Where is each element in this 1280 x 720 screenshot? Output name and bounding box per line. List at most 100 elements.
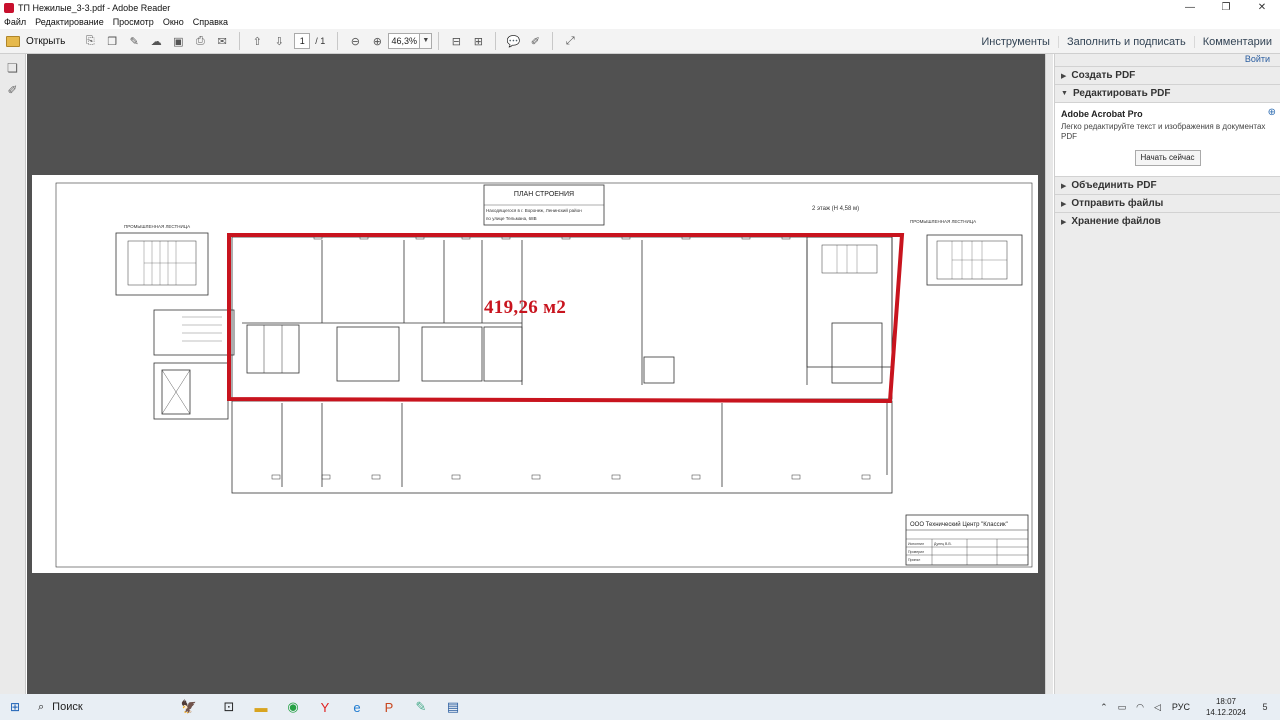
emblem-icon[interactable]: 🦅 <box>165 694 213 720</box>
fit-page-icon[interactable]: ⊟ <box>447 32 465 50</box>
vertical-scrollbar[interactable] <box>1045 54 1053 694</box>
page-thumbnails-icon[interactable]: ❏ <box>6 60 20 76</box>
start-now-button[interactable]: Начать сейчас <box>1134 150 1201 166</box>
taskbar-search[interactable]: ⌕ Поиск <box>30 694 165 720</box>
highlight-area-label: 419,26 м2 <box>484 297 567 318</box>
zoom-out-icon[interactable]: ⊖ <box>346 32 364 50</box>
open-button[interactable]: Открыть <box>6 35 66 47</box>
section-create-pdf[interactable]: ▶ Создать PDF <box>1055 66 1280 84</box>
tools-link[interactable]: Инструменты <box>973 36 1058 48</box>
close-button[interactable]: ✕ <box>1244 0 1280 15</box>
pen-tool-icon[interactable]: ✎ <box>405 694 437 720</box>
section-label: Отправить файлы <box>1071 198 1164 209</box>
zoom-dropdown-icon[interactable]: ▼ <box>420 33 433 49</box>
toolbar-divider <box>337 32 339 50</box>
toolbar-divider <box>552 32 554 50</box>
fill-sign-link[interactable]: Заполнить и подписать <box>1057 35 1194 48</box>
floor-label: 2 этаж (H 4,58 м) <box>812 206 859 212</box>
plan-title: ПЛАН СТРОЕНИЯ <box>514 191 574 198</box>
adobe-reader-icon <box>4 2 14 13</box>
section-label: Хранение файлов <box>1071 216 1161 227</box>
product-name: Adobe Acrobat Pro <box>1061 109 1143 119</box>
prev-page-icon[interactable]: ⇧ <box>248 32 266 50</box>
adobe-reader-task-icon[interactable]: ▤ <box>437 694 469 720</box>
highlight-icon[interactable]: ✐ <box>526 32 544 50</box>
menu-bar: Файл Редактирование Просмотр Окно Справк… <box>0 15 1280 29</box>
menu-edit[interactable]: Редактирование <box>35 17 104 27</box>
section-label: Создать PDF <box>1071 70 1136 81</box>
product-description: Легко редактируйте текст и изображения в… <box>1061 122 1266 141</box>
toolbar-right-links: Инструменты Заполнить и подписать Коммен… <box>973 29 1280 54</box>
next-page-icon[interactable]: ⇩ <box>270 32 288 50</box>
menu-window[interactable]: Окно <box>163 17 184 27</box>
floor-plan-drawing: ПЛАН СТРОЕНИЯ Находящегося в г. Воронеж,… <box>55 182 1033 568</box>
volume-icon[interactable]: ◁ <box>1154 702 1161 713</box>
save-icon[interactable]: ▣ <box>169 32 187 50</box>
task-view-icon[interactable]: ⊡ <box>213 694 245 720</box>
add-icon[interactable]: ⊕ <box>1268 107 1276 118</box>
window-controls: — ❐ ✕ <box>1172 0 1280 15</box>
title-bar: ТП Нежилые_3-3.pdf - Adobe Reader — ❐ ✕ <box>0 0 1280 15</box>
toolbar-divider <box>239 32 241 50</box>
edit-icon[interactable]: ✎ <box>125 32 143 50</box>
section-send-files[interactable]: ▶ Отправить файлы <box>1055 194 1280 212</box>
expand-arrow-icon: ▶ <box>1061 182 1067 190</box>
comments-link[interactable]: Комментарии <box>1193 35 1280 48</box>
expand-arrow-icon: ▶ <box>1061 72 1067 80</box>
search-label: Поиск <box>52 701 83 713</box>
print-icon[interactable]: ⎙ <box>191 32 209 50</box>
menu-help[interactable]: Справка <box>193 17 228 27</box>
zoom-input[interactable]: 46,3% <box>388 33 421 49</box>
section-label: Редактировать PDF <box>1072 88 1171 99</box>
page-count: / 1 <box>315 36 326 46</box>
document-view[interactable]: ПЛАН СТРОЕНИЯ Находящегося в г. Воронеж,… <box>27 54 1045 694</box>
system-tray: ⌃ ▭ ◠ ◁ РУС 18:07 14.12.2024 5 <box>1095 694 1280 720</box>
tools-expand-icon[interactable]: ⤢ <box>561 32 579 50</box>
full-screen-icon[interactable]: ⊞ <box>469 32 487 50</box>
pdf-page: ПЛАН СТРОЕНИЯ Находящегося в г. Воронеж,… <box>32 175 1038 573</box>
yandex-browser-icon[interactable]: Y <box>309 694 341 720</box>
expand-arrow-icon: ▶ <box>1061 200 1067 208</box>
chevron-up-icon[interactable]: ⌃ <box>1100 702 1108 713</box>
address-line-1: Находящегося в г. Воронеж, Ленинский рай… <box>486 207 582 213</box>
windows-taskbar: ⊞ ⌕ Поиск 🦅 ⊡ ▬ ◉ Y e P ✎ ▤ ⌃ ▭ ◠ ◁ РУС … <box>0 694 1280 720</box>
create-pdf-icon[interactable]: ⎘ <box>81 32 99 50</box>
address-line-2: по улице Тельмана, 68В <box>486 216 537 221</box>
minimize-button[interactable]: — <box>1172 0 1208 15</box>
section-store-files[interactable]: ▶ Хранение файлов <box>1055 212 1280 230</box>
tools-pane: Войти ▶ Создать PDF ▼ Редактировать PDF … <box>1054 54 1280 694</box>
combine-icon[interactable]: ❐ <box>103 32 121 50</box>
whatsapp-icon[interactable]: ◉ <box>277 694 309 720</box>
edge-browser-icon[interactable]: e <box>341 694 373 720</box>
email-icon[interactable]: ✉ <box>213 32 231 50</box>
network-icon[interactable]: ◠ <box>1136 702 1144 713</box>
toolbar-divider <box>438 32 440 50</box>
zoom-in-icon[interactable]: ⊕ <box>368 32 386 50</box>
open-label: Открыть <box>26 35 66 47</box>
stamp-row-3: Принял <box>908 558 920 562</box>
menu-view[interactable]: Просмотр <box>113 17 154 27</box>
start-button[interactable]: ⊞ <box>0 694 30 720</box>
stair-right-label: ПРОМЫШЛЕННАЯ ЛЕСТНИЦА <box>910 219 976 224</box>
powerpoint-icon[interactable]: P <box>373 694 405 720</box>
cloud-upload-icon[interactable]: ☁ <box>147 32 165 50</box>
login-link[interactable]: Войти <box>1055 54 1280 66</box>
battery-icon[interactable]: ▭ <box>1118 702 1127 713</box>
navigation-pane: ❏ ✐ <box>0 54 26 694</box>
stamp-name: Дунец В.В. <box>934 542 952 546</box>
stamp-row-1: Исполнил <box>908 542 924 546</box>
clock[interactable]: 18:07 14.12.2024 <box>1206 696 1246 718</box>
section-combine-pdf[interactable]: ▶ Объединить PDF <box>1055 176 1280 194</box>
language-indicator[interactable]: РУС <box>1172 702 1190 712</box>
comment-icon[interactable]: 💬 <box>504 32 522 50</box>
attachment-icon[interactable]: ✐ <box>6 82 20 98</box>
notifications-icon[interactable]: 5 <box>1256 699 1274 715</box>
section-edit-pdf[interactable]: ▼ Редактировать PDF <box>1055 84 1280 102</box>
menu-file[interactable]: Файл <box>4 17 26 27</box>
stamp-row-2: Проверил <box>908 550 924 554</box>
maximize-button[interactable]: ❐ <box>1208 0 1244 15</box>
page-number-input[interactable]: 1 <box>294 33 311 49</box>
notification-count: 5 <box>1262 702 1268 712</box>
search-icon: ⌕ <box>38 700 45 713</box>
file-explorer-icon[interactable]: ▬ <box>245 694 277 720</box>
